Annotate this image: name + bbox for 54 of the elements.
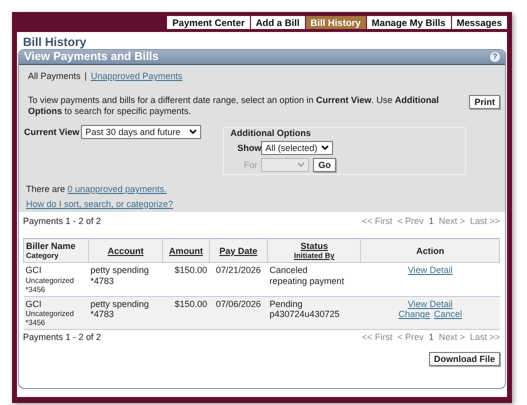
pager-link[interactable]: Last >> [470, 332, 500, 342]
current-view-label: Current View [24, 127, 80, 137]
column-header[interactable]: Pay Date [209, 238, 268, 262]
pager-link[interactable]: Next > [438, 332, 465, 342]
unapproved-note: There are 0 unapproved payments. [26, 184, 168, 194]
help-icon[interactable]: ? [490, 52, 500, 62]
column-header: Action [360, 238, 500, 262]
intro-text: To view payments and bills for a different date range, select an option in Current View. Use Additional Options to search for specific payments. [28, 95, 440, 117]
nav-tab[interactable]: Manage My Bills [366, 16, 451, 29]
go-button[interactable]: Go [313, 158, 336, 172]
action-link[interactable]: View Detail [362, 265, 498, 276]
pager-link[interactable]: < Prev [397, 332, 424, 342]
current-view-select[interactable]: Past 30 days and future [81, 125, 202, 139]
table-cell: petty spending *4783 [88, 296, 163, 330]
nav-tab[interactable]: Bill History [306, 16, 366, 29]
table-cell: Pending p430724u430725 [268, 296, 361, 330]
nav-tab[interactable]: Add a Bill [250, 16, 304, 29]
pager-link[interactable]: << First [362, 216, 392, 226]
current-page: 1 [428, 216, 434, 226]
panel-title: View Payments and Bills [24, 51, 159, 63]
pager-link[interactable]: Next > [438, 216, 465, 226]
table-cell: $150.00 [162, 296, 210, 330]
column-header[interactable]: Account [88, 238, 163, 262]
for-label: For [242, 160, 258, 170]
column-header[interactable]: Amount [162, 238, 210, 262]
caret-icon [297, 162, 306, 168]
nav-tab[interactable]: Messages [452, 16, 507, 29]
caret-icon [321, 145, 330, 151]
payments-count: Payments 1 - 2 of 2 [23, 332, 102, 342]
additional-options-title: Additional Options [230, 128, 311, 138]
current-page: 1 [428, 332, 434, 342]
help-link[interactable]: How do I sort, search, or categorize? [26, 199, 174, 209]
nav-tab[interactable]: Payment Center [167, 16, 250, 29]
table-cell: 07/21/2026 [209, 262, 268, 296]
separator: | [84, 71, 87, 81]
action-link[interactable]: View Detail [362, 298, 498, 309]
caret-icon [189, 129, 198, 135]
print-button[interactable]: Print [469, 95, 500, 109]
download-button[interactable]: Download File [428, 352, 500, 366]
pager-link[interactable]: < Prev [397, 216, 424, 226]
table-cell: 07/06/2026 [209, 296, 268, 330]
view-link[interactable]: Unapproved Payments [90, 71, 182, 81]
page-title: Bill History [23, 36, 88, 49]
table-cell: petty spending *4783 [88, 262, 163, 296]
show-select[interactable]: All (selected) [261, 141, 334, 155]
table-cell: $150.00 [162, 262, 210, 296]
payments-count: Payments 1 - 2 of 2 [23, 216, 102, 226]
view-link[interactable]: All Payments [28, 71, 81, 81]
table-cell: Canceled repeating payment [268, 262, 361, 296]
pager-link[interactable]: Last >> [470, 216, 500, 226]
action-link[interactable]: Change [398, 309, 430, 320]
unapproved-link[interactable]: 0 unapproved payments. [68, 184, 167, 194]
action-link[interactable]: Cancel [434, 309, 462, 320]
pager-link[interactable]: << First [362, 332, 392, 342]
